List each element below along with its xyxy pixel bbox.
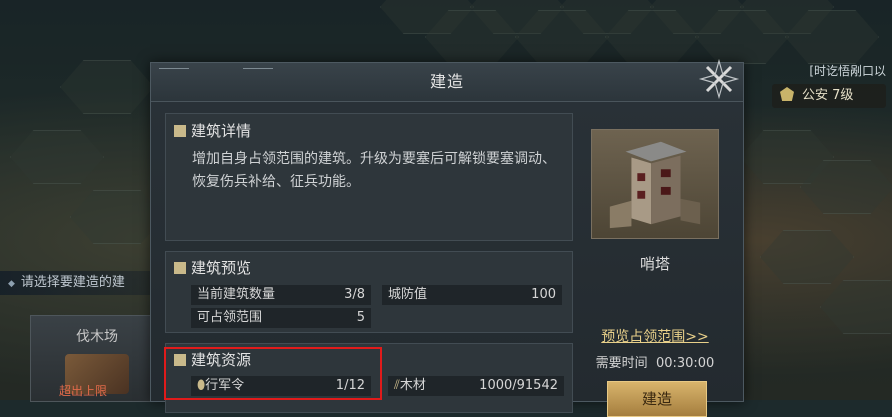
stat-label: 可占领范围: [197, 310, 263, 325]
preview-range-link[interactable]: 预览占领范围>>: [581, 326, 729, 346]
map-location-tag: [时讫悟剐口以: [809, 64, 886, 78]
lumber-yard-status: 超出上限: [59, 384, 108, 398]
stat-defense: 城防值 100: [382, 285, 562, 305]
resource-value: 1000/91542: [479, 378, 558, 393]
security-level-text: 公安 7级: [802, 88, 854, 103]
resource-wood: ⫽木材 1000/91542: [388, 376, 564, 396]
preview-panel: 建筑预览 当前建筑数量 3/8 城防值 100 可占领范围 5: [165, 251, 573, 333]
stat-value: 3/8: [344, 287, 365, 302]
details-title-text: 建筑详情: [191, 122, 252, 140]
preview-icon: [174, 262, 186, 274]
resources-highlight-box: [164, 347, 382, 400]
watchtower-image: [591, 129, 719, 239]
required-time: 需要时间 00:30:00: [581, 352, 729, 371]
select-building-hint: ◆ 请选择要建造的建: [0, 271, 160, 295]
resource-label-text: 木材: [399, 378, 426, 393]
time-label: 需要时间: [595, 356, 648, 371]
security-level-badge: 公安 7级: [772, 84, 886, 108]
preview-title-text: 建筑预览: [191, 259, 252, 277]
details-panel: 建筑详情 增加自身占领范围的建筑。升级为要塞后可解锁要塞调动、恢复伤兵补给、征兵…: [165, 113, 573, 241]
dialog-title: 建造: [429, 72, 464, 91]
lumber-yard-card[interactable]: 伐木场 超出上限: [30, 315, 164, 402]
stat-value: 5: [356, 310, 365, 325]
diamond-icon: ◆: [8, 279, 15, 289]
details-description: 增加自身占领范围的建筑。升级为要塞后可解锁要塞调动、恢复伤兵补给、征兵功能。: [192, 151, 556, 190]
stat-label: 城防值: [388, 287, 428, 302]
stat-label: 当前建筑数量: [197, 287, 276, 302]
watchtower-illustration: [609, 141, 701, 229]
time-value: 00:30:00: [655, 356, 715, 371]
building-icon: [174, 125, 186, 137]
building-name: 哨塔: [639, 255, 670, 273]
details-title: 建筑详情: [174, 120, 251, 141]
lumber-yard-label: 伐木场: [76, 329, 118, 345]
stat-occupy-range: 可占领范围 5: [191, 308, 371, 328]
resource-label: ⫽木材: [394, 376, 426, 396]
helmet-icon: [780, 87, 794, 101]
stat-value: 100: [531, 287, 556, 302]
stat-building-count: 当前建筑数量 3/8: [191, 285, 371, 305]
dialog-header: 建造: [151, 58, 743, 102]
close-icon: [698, 58, 740, 100]
preview-title: 建筑预览: [174, 257, 251, 278]
build-button[interactable]: 建造: [607, 381, 707, 417]
hint-text: 请选择要建造的建: [20, 275, 125, 290]
close-button[interactable]: [697, 57, 741, 101]
